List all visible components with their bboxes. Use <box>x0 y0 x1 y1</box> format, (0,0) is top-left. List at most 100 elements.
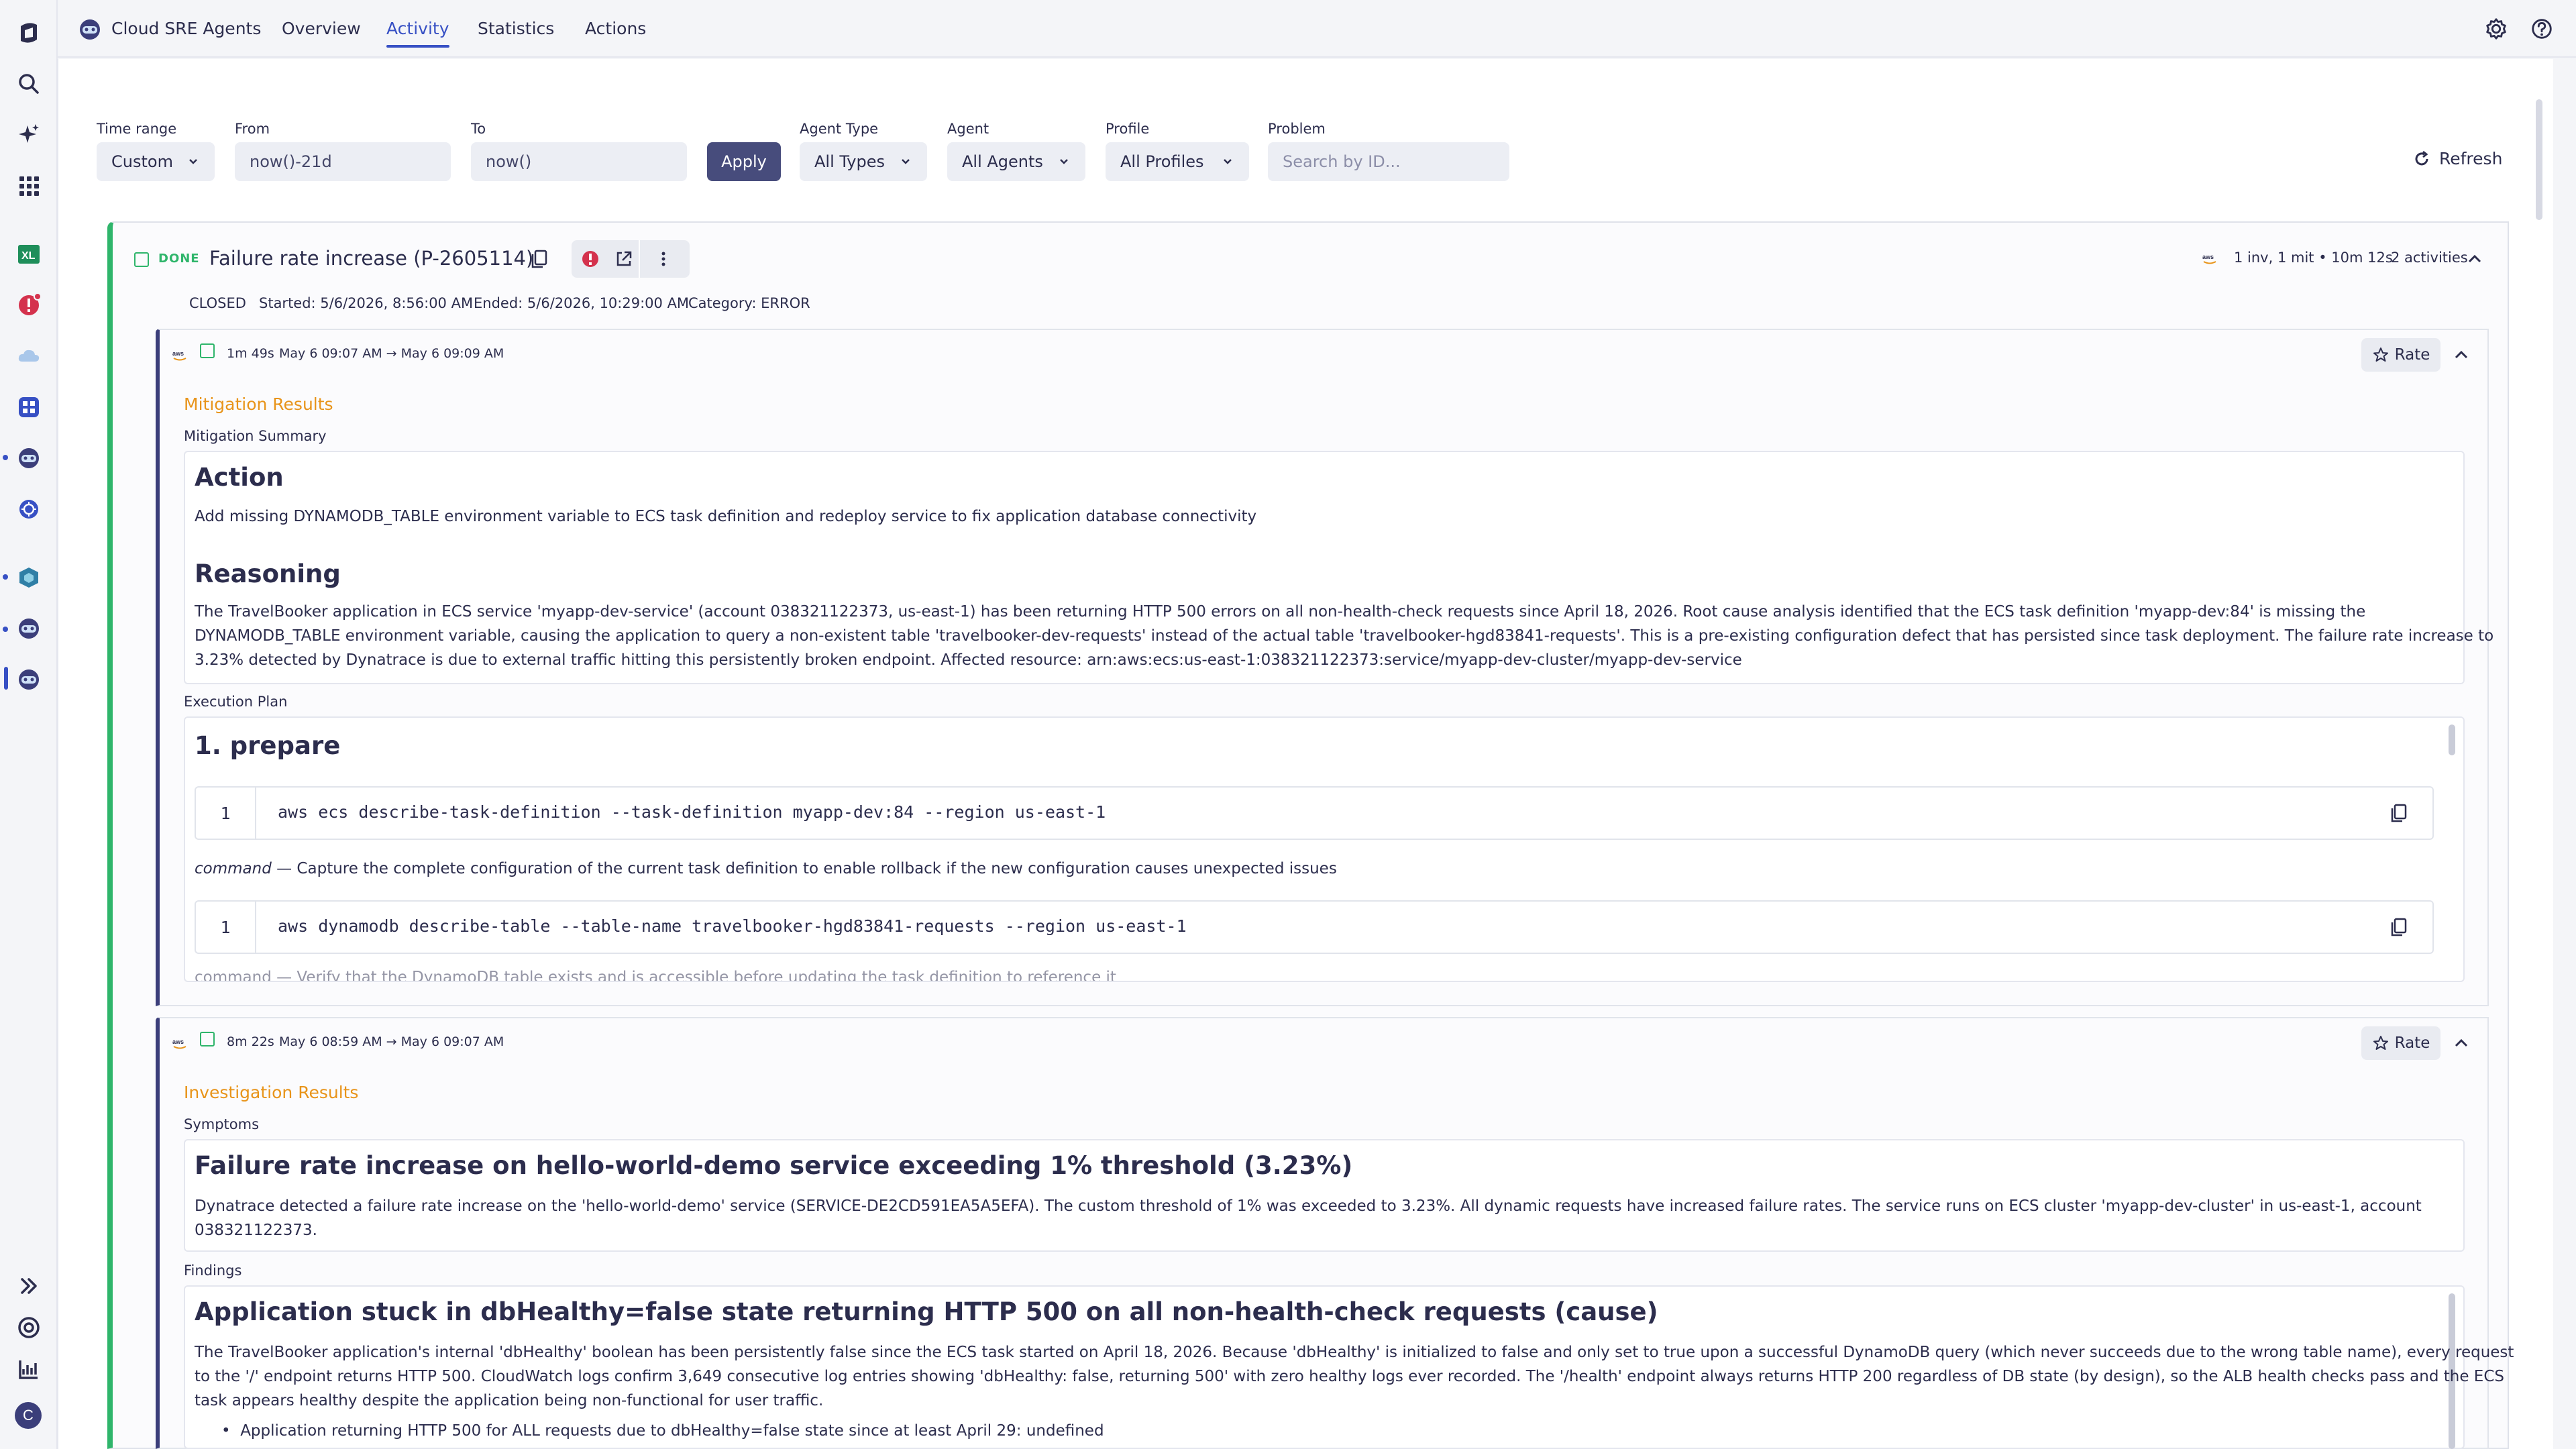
cloud-icon[interactable] <box>12 339 46 373</box>
findings-label: Findings <box>184 1263 242 1279</box>
home-icon[interactable] <box>12 16 46 50</box>
left-rail: XL C <box>0 0 58 1449</box>
section-title: Mitigation Results <box>184 394 333 414</box>
line-number: 1 <box>196 788 256 839</box>
code-line: aws dynamodb describe-table --table-name… <box>278 916 1187 936</box>
symptom-text: Dynatrace detected a failure rate increa… <box>195 1197 2422 1239</box>
step-note: command — Capture the complete configura… <box>195 860 1337 877</box>
scrollbar[interactable] <box>2536 99 2542 220</box>
more-options-button[interactable] <box>640 240 687 278</box>
reasoning-text: The TravelBooker application in ECS serv… <box>195 603 2494 669</box>
aws-icon: aws <box>172 350 186 361</box>
top-nav: Cloud SRE Agents Overview Activity Stati… <box>58 0 2576 58</box>
tab-overview[interactable]: Overview <box>282 19 361 38</box>
activity-checkbox[interactable] <box>200 343 215 358</box>
finding-text: The TravelBooker application's internal … <box>195 1344 2514 1409</box>
kubernetes-icon[interactable] <box>12 492 46 526</box>
profile-select[interactable]: All Profiles <box>1106 142 1249 181</box>
chevron-up-icon[interactable] <box>2466 250 2483 268</box>
tab-statistics[interactable]: Statistics <box>478 19 554 38</box>
time-range-select[interactable]: Custom <box>97 142 215 181</box>
profile-label: Profile <box>1106 121 1150 137</box>
agent-label: Agent <box>947 121 989 137</box>
agent-icon[interactable] <box>12 612 46 645</box>
activity-checkbox[interactable] <box>200 1032 215 1046</box>
dashboard-icon[interactable] <box>12 390 46 424</box>
agent-select[interactable]: All Agents <box>947 142 1085 181</box>
tab-activity[interactable]: Activity <box>386 19 449 48</box>
problem-checkbox[interactable] <box>134 252 149 267</box>
expand-icon[interactable] <box>12 1269 46 1303</box>
agent-value: All Agents <box>962 152 1043 171</box>
to-label: To <box>471 121 486 137</box>
problems-icon[interactable] <box>12 288 46 322</box>
problem-link-button[interactable] <box>572 240 609 278</box>
rate-label: Rate <box>2394 1034 2430 1052</box>
problem-ended: Ended: 5/6/2026, 10:29:00 AM <box>474 295 690 311</box>
copy-icon[interactable] <box>2388 802 2410 824</box>
problem-title[interactable]: Failure rate increase (P-2605114) <box>209 247 533 270</box>
status-badge: DONE <box>158 252 200 266</box>
rate-button[interactable]: Rate <box>2361 338 2440 372</box>
chevron-up-icon[interactable] <box>2453 346 2470 364</box>
from-label: From <box>235 121 270 137</box>
action-heading: Action <box>195 463 284 492</box>
star-icon <box>2373 1036 2388 1050</box>
copy-icon[interactable] <box>2388 916 2410 938</box>
support-icon[interactable] <box>12 1311 46 1344</box>
agent-type-select[interactable]: All Types <box>800 142 927 181</box>
finding-heading: Application stuck in dbHealthy=false sta… <box>195 1297 1658 1326</box>
svg-text:aws: aws <box>172 350 184 357</box>
clipped-note: command — Verify that the DynamoDB table… <box>195 969 1116 981</box>
code-block: 1 aws ecs describe-task-definition --tas… <box>195 786 2434 840</box>
from-input[interactable]: now()-21d <box>235 142 451 181</box>
copy-icon[interactable] <box>529 248 550 270</box>
app-name[interactable]: Cloud SRE Agents <box>111 19 261 38</box>
spreadsheet-icon[interactable]: XL <box>12 237 46 271</box>
to-input[interactable]: now() <box>471 142 687 181</box>
activities-count: 2 activities <box>2391 250 2468 266</box>
aws-icon: aws <box>2202 254 2216 264</box>
refresh-label: Refresh <box>2439 149 2503 168</box>
code-block: 1 aws dynamodb describe-table --table-na… <box>195 900 2434 954</box>
chevron-down-icon <box>902 159 910 164</box>
svg-text:aws: aws <box>2202 254 2214 260</box>
agent-icon[interactable] <box>12 663 46 696</box>
activity-time-range: May 6 08:59 AM → May 6 09:07 AM <box>279 1034 504 1049</box>
execution-plan-label: Execution Plan <box>184 694 288 710</box>
apply-button[interactable]: Apply <box>707 142 781 181</box>
apps-grid-icon[interactable] <box>12 169 46 203</box>
svg-text:XL: XL <box>21 250 36 262</box>
section-title: Investigation Results <box>184 1083 359 1102</box>
chevron-down-icon <box>1224 159 1232 164</box>
code-line: aws ecs describe-task-definition --task-… <box>278 802 1106 822</box>
reasoning-heading: Reasoning <box>195 559 341 588</box>
finding-bullet: • Application returning HTTP 500 for ALL… <box>221 1422 1104 1440</box>
help-icon[interactable] <box>2529 16 2555 42</box>
problem-started: Started: 5/6/2026, 8:56:00 AM <box>259 295 474 311</box>
agent-type-label: Agent Type <box>800 121 879 137</box>
activity-duration: 1m 49s <box>227 346 274 361</box>
tab-actions[interactable]: Actions <box>585 19 646 38</box>
open-external-button[interactable] <box>609 240 639 278</box>
aws-icon: aws <box>172 1038 186 1049</box>
app-cube-icon[interactable] <box>12 561 46 594</box>
plan-scrollbar[interactable] <box>2449 724 2455 755</box>
chevron-up-icon[interactable] <box>2453 1034 2470 1052</box>
line-number: 1 <box>196 902 256 953</box>
agent-icon[interactable] <box>12 441 46 475</box>
rate-button[interactable]: Rate <box>2361 1026 2440 1060</box>
search-icon[interactable] <box>12 67 46 101</box>
problem-state: CLOSED <box>189 295 246 311</box>
activity-time-range: May 6 09:07 AM → May 6 09:09 AM <box>279 346 504 361</box>
chevron-down-icon <box>1060 159 1068 164</box>
gear-icon[interactable] <box>2483 16 2509 42</box>
refresh-icon <box>2415 150 2428 165</box>
avatar[interactable]: C <box>15 1402 42 1429</box>
chart-icon[interactable] <box>12 1352 46 1386</box>
refresh-button[interactable]: Refresh <box>2412 149 2502 168</box>
problem-category: Category: ERROR <box>688 295 810 311</box>
sparkle-icon[interactable] <box>12 118 46 152</box>
profile-value: All Profiles <box>1120 152 1204 171</box>
problem-search-input[interactable]: Search by ID... <box>1268 142 1509 181</box>
